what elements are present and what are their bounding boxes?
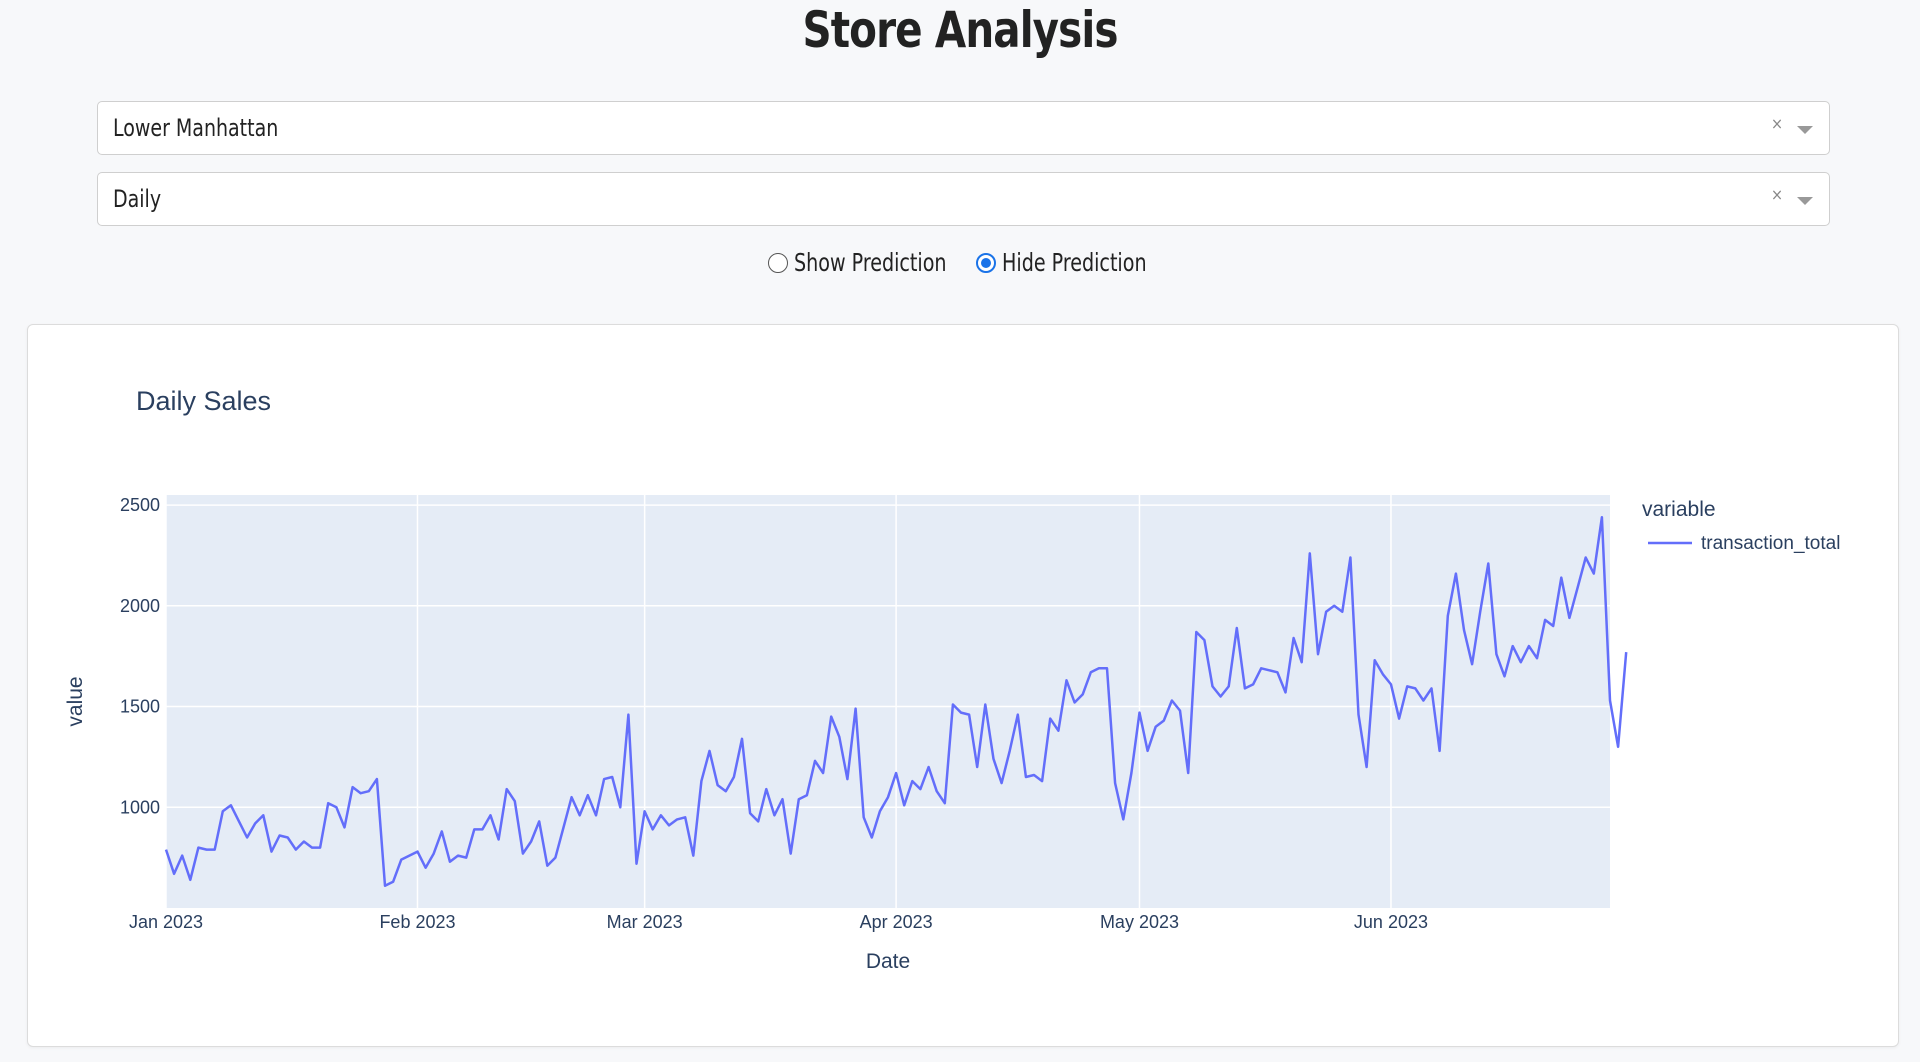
- y-axis-label: value: [64, 676, 87, 726]
- legend-item-transaction-total[interactable]: transaction_total: [1701, 533, 1840, 554]
- hide-prediction-radio[interactable]: Hide Prediction: [975, 248, 1152, 277]
- period-chevron-down-icon[interactable]: [1797, 197, 1813, 205]
- legend-title: variable: [1642, 498, 1716, 521]
- daily-sales-chart: Daily Sales 1000 1500 2000 2500 Jan 2023 Feb…: [64, 386, 1840, 973]
- show-prediction-radio-circle[interactable]: [768, 252, 789, 273]
- x-tick-label: Jan 2023: [129, 912, 203, 932]
- y-tick-label: 1500: [120, 697, 160, 717]
- x-tick-label: Apr 2023: [860, 912, 933, 932]
- y-tick-label: 2500: [120, 495, 160, 515]
- y-tick-label: 2000: [120, 596, 160, 616]
- period-dropdown-value: Daily: [113, 185, 162, 213]
- show-prediction-label: Show Prediction: [794, 248, 947, 277]
- x-axis-ticks: Jan 2023 Feb 2023 Mar 2023 Apr 2023 May 2023…: [129, 912, 1428, 932]
- x-axis-label: Date: [866, 950, 910, 973]
- period-clear-icon[interactable]: ×: [1771, 185, 1783, 204]
- hide-prediction-radio-circle[interactable]: [975, 252, 996, 273]
- store-chevron-down-icon[interactable]: [1797, 126, 1813, 134]
- show-prediction-radio[interactable]: Show Prediction: [768, 248, 953, 277]
- chart-card: Daily Sales 1000 1500 2000 2500 Jan 2023 Feb…: [27, 324, 1899, 1047]
- y-axis-ticks: 1000 1500 2000 2500: [120, 495, 160, 817]
- store-clear-icon[interactable]: ×: [1771, 114, 1783, 133]
- x-tick-label: May 2023: [1100, 912, 1179, 932]
- store-dropdown[interactable]: Lower Manhattan ×: [97, 101, 1830, 155]
- prediction-radio-group: Show Prediction Hide Prediction: [0, 248, 1920, 277]
- store-dropdown-value: Lower Manhattan: [113, 114, 279, 142]
- chart-title: Daily Sales: [136, 386, 271, 416]
- x-tick-label: Jun 2023: [1354, 912, 1428, 932]
- hide-prediction-label: Hide Prediction: [1001, 248, 1147, 277]
- page-title: Store Analysis: [802, 1, 1118, 59]
- x-tick-label: Mar 2023: [607, 912, 683, 932]
- period-dropdown[interactable]: Daily ×: [97, 172, 1830, 226]
- x-tick-label: Feb 2023: [379, 912, 455, 932]
- y-tick-label: 1000: [120, 797, 160, 817]
